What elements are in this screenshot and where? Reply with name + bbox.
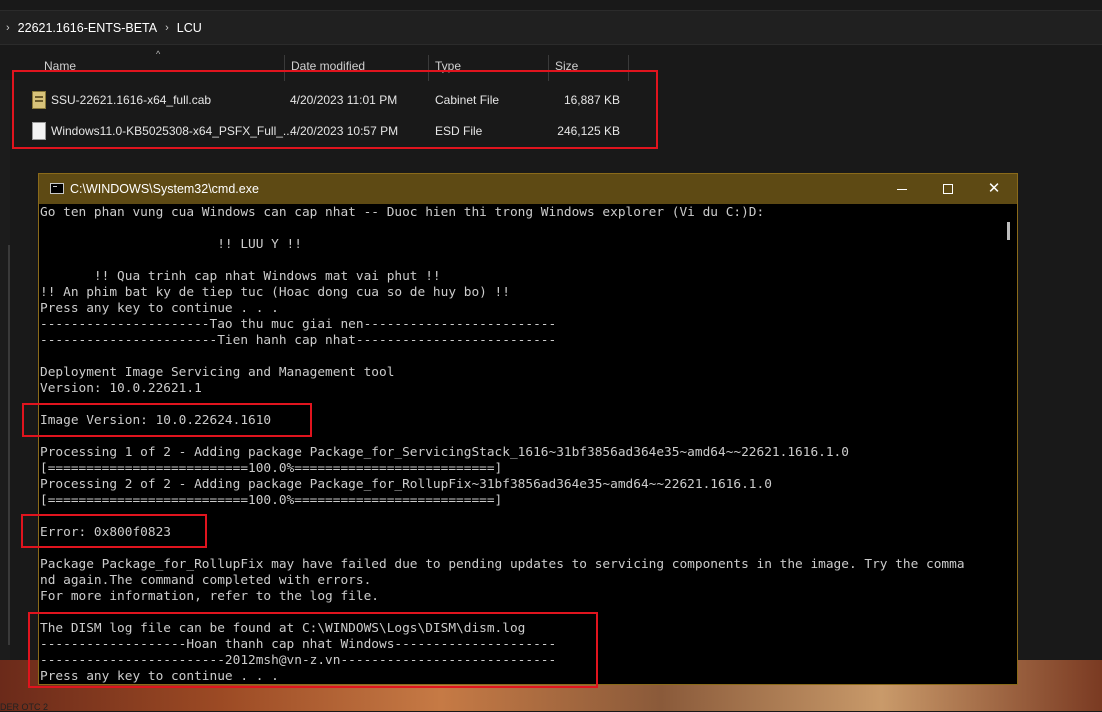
- chevron-right-icon[interactable]: ›: [165, 22, 169, 34]
- cmd-app-icon[interactable]: [50, 183, 64, 194]
- cmd-window-title: C:\WINDOWS\System32\cmd.exe: [70, 182, 259, 196]
- minimize-icon: [897, 189, 907, 190]
- console-line: Package Package_for_RollupFix may have f…: [40, 557, 965, 572]
- console-line: !! Qua trinh cap nhat Windows mat vai ph…: [40, 269, 441, 284]
- console-line: ----------------------Tao thu muc giai n…: [40, 317, 557, 332]
- console-line: !! An phim bat ky de tiep tuc (Hoac dong…: [40, 285, 510, 300]
- console-line: Press any key to continue . . .: [40, 301, 279, 316]
- console-line: !! LUU Y !!: [40, 237, 302, 252]
- highlight-box-files: [12, 70, 658, 149]
- maximize-button[interactable]: [925, 174, 971, 204]
- chevron-right-icon[interactable]: ›: [6, 22, 10, 34]
- console-line: Go ten phan vung cua Windows can cap nha…: [40, 205, 765, 220]
- highlight-box-log-footer: [28, 612, 598, 688]
- console-line: Version: 10.0.22621.1: [40, 381, 202, 396]
- scrollbar-thumb[interactable]: [1007, 222, 1010, 240]
- console-line: Processing 1 of 2 - Adding package Packa…: [40, 445, 849, 460]
- console-line: [==========================100.0%=======…: [40, 493, 503, 508]
- close-icon: ✕: [987, 180, 1001, 197]
- highlight-box-image-version: [22, 403, 312, 437]
- minimize-button[interactable]: [879, 174, 925, 204]
- console-line: nd again.The command completed with erro…: [40, 573, 372, 588]
- maximize-icon: [943, 184, 953, 194]
- console-scrollbar[interactable]: [1002, 205, 1016, 683]
- console-line: [==========================100.0%=======…: [40, 461, 503, 476]
- navigation-pane-scrollbar[interactable]: [8, 245, 10, 645]
- console-line: Deployment Image Servicing and Managemen…: [40, 365, 395, 380]
- close-button[interactable]: ✕: [971, 174, 1017, 204]
- breadcrumb: › 22621.1616-ENTS-BETA › LCU: [0, 10, 1102, 45]
- sort-ascending-icon: ^: [156, 49, 161, 59]
- breadcrumb-item-build-folder[interactable]: 22621.1616-ENTS-BETA: [18, 21, 157, 35]
- breadcrumb-item-lcu[interactable]: LCU: [177, 21, 202, 35]
- highlight-box-error: [21, 514, 207, 548]
- console-line: Processing 2 of 2 - Adding package Packa…: [40, 477, 772, 492]
- console-line: -----------------------Tien hanh cap nha…: [40, 333, 557, 348]
- cmd-title-bar[interactable]: C:\WINDOWS\System32\cmd.exe ✕: [39, 174, 1017, 204]
- console-line: For more information, refer to the log f…: [40, 589, 379, 604]
